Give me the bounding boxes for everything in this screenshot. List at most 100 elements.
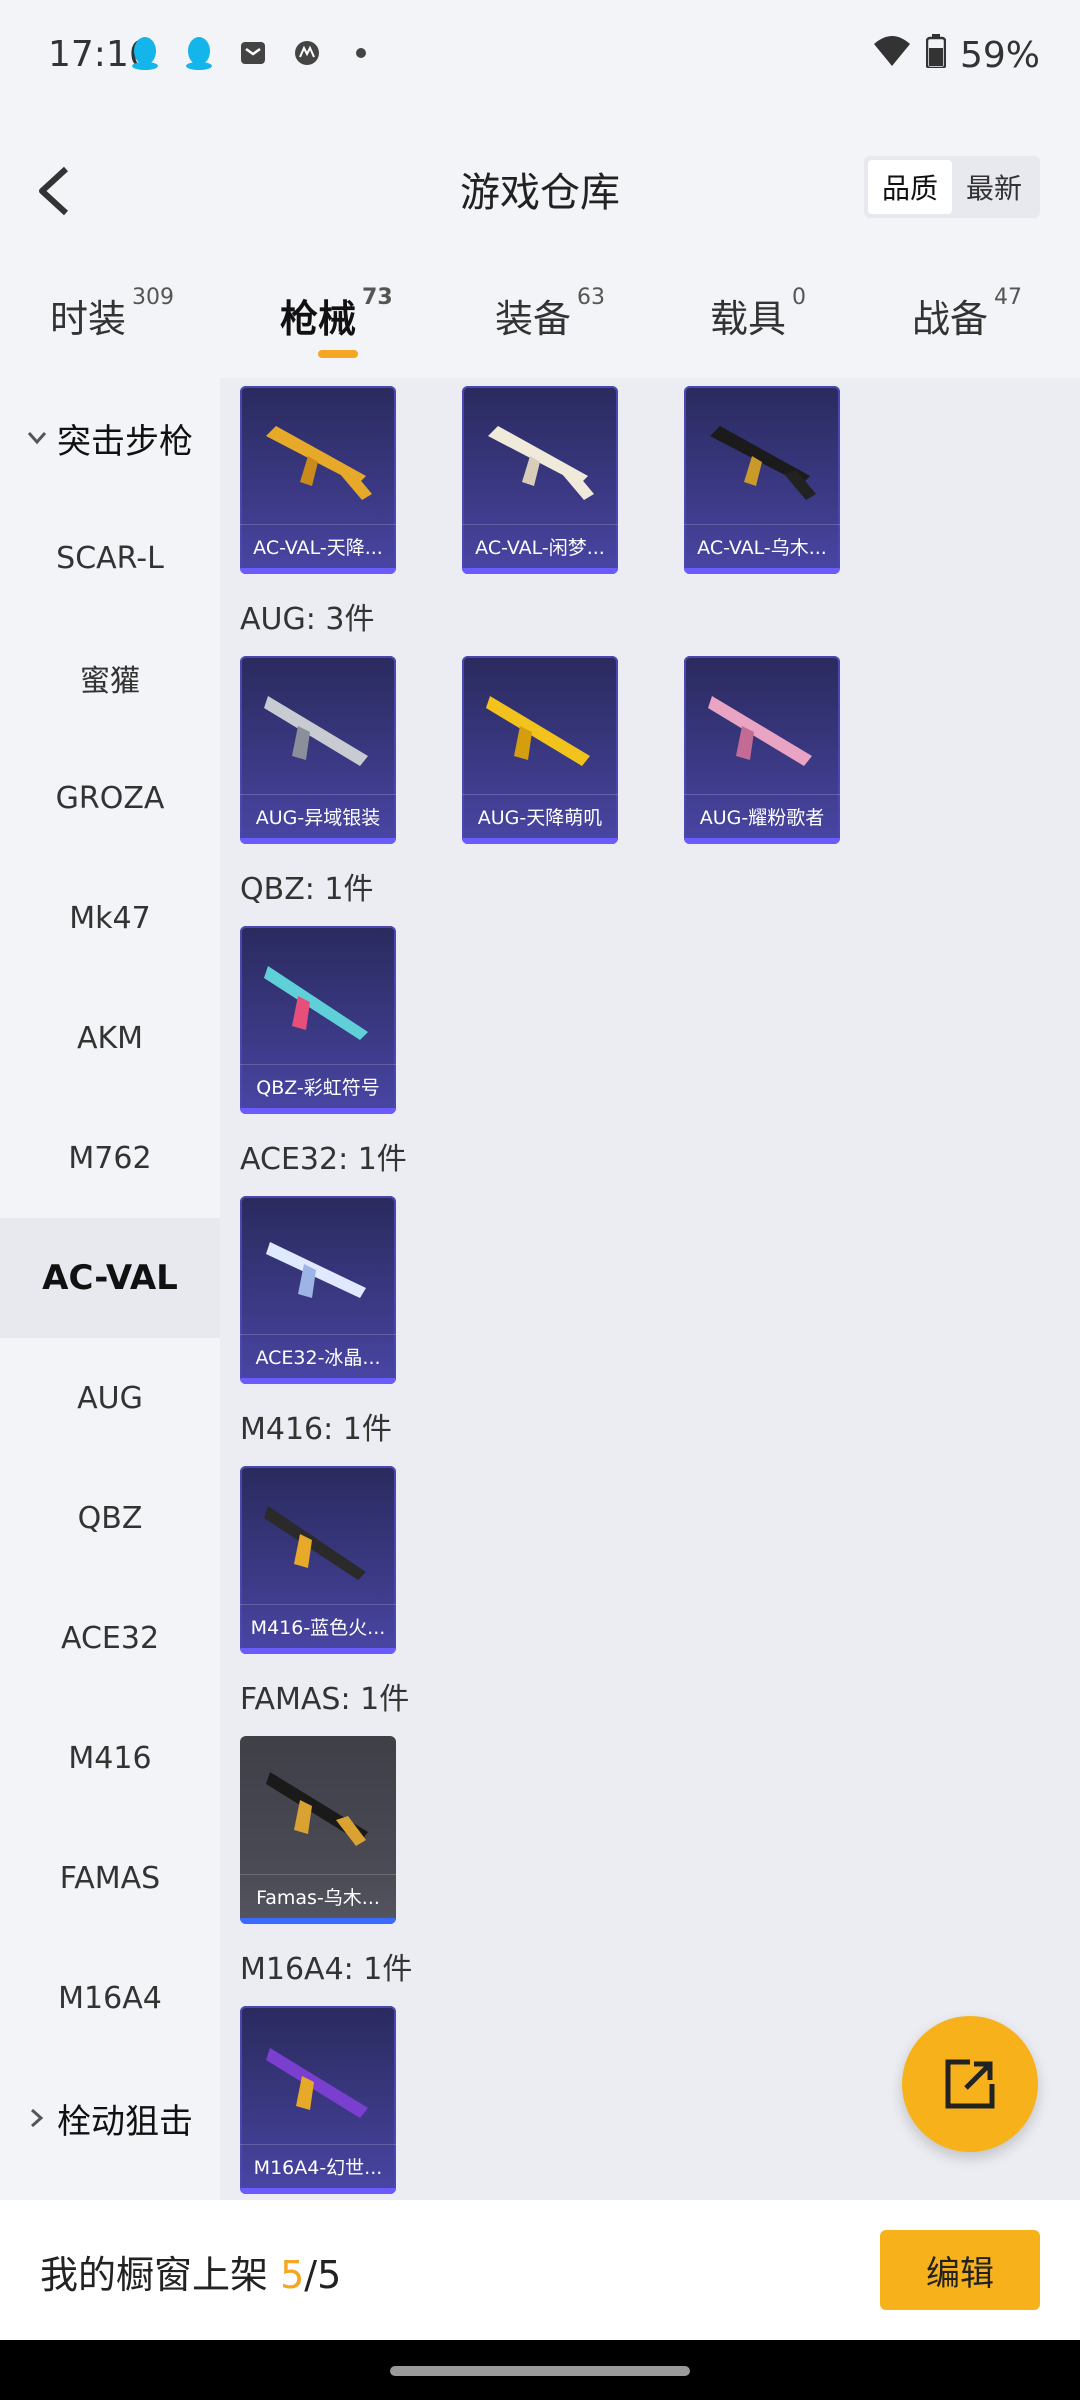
edit-button[interactable]: 编辑	[880, 2230, 1040, 2310]
card-rarity-bar	[240, 1108, 396, 1114]
sidebar-item-mk47[interactable]: Mk47	[0, 858, 220, 978]
skin-card-qbz-1[interactable]: QBZ-彩虹符号	[240, 926, 396, 1114]
card-rarity-bar	[240, 1378, 396, 1384]
rifle-white-icon	[488, 426, 594, 500]
tab-supplies[interactable]: 战备 47	[912, 285, 1023, 343]
skin-card-label: ACE32-冰晶...	[240, 1334, 396, 1378]
card-rarity-bar	[684, 838, 840, 844]
section-title-m416: M416: 1件	[240, 1412, 392, 1447]
rifle-gold-icon	[266, 426, 372, 500]
skin-card-acval-3[interactable]: AC-VAL-乌木...	[684, 386, 840, 574]
chevron-right-icon	[27, 2108, 47, 2128]
skin-card-aug-3[interactable]: AUG-耀粉歌者	[684, 656, 840, 844]
sort-newest-option[interactable]: 最新	[952, 160, 1036, 214]
motorola-icon	[290, 34, 324, 72]
skin-card-label: M16A4-幻世...	[240, 2144, 396, 2188]
header: 游戏仓库 品质 最新	[0, 130, 1080, 250]
card-rarity-bar	[684, 568, 840, 574]
qq-icon	[182, 34, 216, 72]
rifle-yellow-icon	[486, 696, 590, 766]
rifle-black-gold-icon	[710, 426, 816, 500]
tab-count: 63	[577, 285, 606, 311]
sidebar-category-bolt-action[interactable]: 栓动狙击	[0, 2058, 220, 2178]
section-title-ace32: ACE32: 1件	[240, 1142, 407, 1177]
share-button[interactable]	[902, 2016, 1038, 2152]
rifle-ebony-icon	[266, 1772, 368, 1846]
tab-label: 装备	[495, 297, 572, 341]
sidebar-item-scar-l[interactable]: SCAR-L	[0, 498, 220, 618]
rifle-silver-icon	[264, 696, 368, 766]
sidebar-item-honey-badger[interactable]: 蜜獾	[0, 618, 220, 738]
section-title-qbz: QBZ: 1件	[240, 872, 374, 907]
tab-equipment[interactable]: 装备 63	[495, 285, 606, 343]
card-rarity-bar	[240, 2188, 396, 2194]
skin-card-label: AC-VAL-闲梦...	[462, 524, 618, 568]
home-gesture-handle[interactable]	[390, 2366, 690, 2376]
skin-card-aug-1[interactable]: AUG-异域银装	[240, 656, 396, 844]
skin-card-label: AUG-异域银装	[240, 794, 396, 838]
card-rarity-bar	[240, 1648, 396, 1654]
tab-label: 时装	[50, 297, 127, 341]
skin-card-aug-2[interactable]: AUG-天降萌叽	[462, 656, 618, 844]
rifle-rainbow-icon	[264, 966, 368, 1040]
section-title-m16a4: M16A4: 1件	[240, 1952, 413, 1987]
tab-label: 战备	[912, 297, 989, 341]
weapon-sidebar: 突击步枪 SCAR-L 蜜獾 GROZA Mk47 AKM M762 AC-VA…	[0, 378, 220, 2200]
skin-card-label: AC-VAL-乌木...	[684, 524, 840, 568]
sidebar-item-ac-val[interactable]: AC-VAL	[0, 1218, 220, 1338]
section-title-aug: AUG: 3件	[240, 602, 375, 637]
skin-card-m416-1[interactable]: M416-蓝色火...	[240, 1466, 396, 1654]
sidebar-item-aug[interactable]: AUG	[0, 1338, 220, 1458]
rifle-pink-icon	[708, 696, 812, 766]
sidebar-category-label: 突击步枪	[57, 421, 193, 462]
card-rarity-bar	[240, 838, 396, 844]
battery-percent: 59%	[959, 35, 1040, 76]
tab-count: 47	[994, 285, 1023, 311]
showcase-total: /5	[304, 2253, 342, 2297]
tab-weapons[interactable]: 枪械 73	[280, 285, 393, 343]
sidebar-item-groza[interactable]: GROZA	[0, 738, 220, 858]
skin-card-label: QBZ-彩虹符号	[240, 1064, 396, 1108]
sidebar-item-qbz[interactable]: QBZ	[0, 1458, 220, 1578]
showcase-count: 5	[280, 2253, 305, 2297]
mail-icon	[236, 34, 270, 72]
card-rarity-bar	[240, 568, 396, 574]
sidebar-item-famas[interactable]: FAMAS	[0, 1818, 220, 1938]
skin-card-label: AC-VAL-天降...	[240, 524, 396, 568]
weapon-skin-grid: AC-VAL-天降... AC-VAL-闲梦... AC-VAL-乌木... A…	[220, 378, 1080, 2200]
sort-quality-option[interactable]: 品质	[868, 160, 952, 214]
tab-label: 枪械	[280, 297, 357, 341]
sidebar-item-ace32[interactable]: ACE32	[0, 1578, 220, 1698]
skin-card-acval-2[interactable]: AC-VAL-闲梦...	[462, 386, 618, 574]
skin-card-ace32-1[interactable]: ACE32-冰晶...	[240, 1196, 396, 1384]
sidebar-category-assault-rifle[interactable]: 突击步枪	[0, 378, 220, 498]
category-tabs: 时装 309 枪械 73 装备 63 载具 0 战备 47	[0, 270, 1080, 370]
rifle-purple-icon	[266, 2048, 368, 2118]
tab-count: 0	[792, 285, 807, 311]
system-navigation-bar	[0, 2340, 1080, 2400]
sidebar-item-m416[interactable]: M416	[0, 1698, 220, 1818]
skin-card-acval-1[interactable]: AC-VAL-天降...	[240, 386, 396, 574]
sidebar-category-label: 栓动狙击	[57, 2101, 193, 2142]
chevron-down-icon	[27, 428, 47, 448]
sidebar-item-m762[interactable]: M762	[0, 1098, 220, 1218]
skin-card-m16a4-1[interactable]: M16A4-幻世...	[240, 2006, 396, 2194]
skin-card-label: Famas-乌木...	[240, 1874, 396, 1918]
rifle-orange-icon	[264, 1506, 366, 1580]
status-notification-icons	[128, 34, 378, 72]
card-rarity-bar	[462, 568, 618, 574]
battery-icon	[925, 34, 947, 77]
sidebar-item-m16a4[interactable]: M16A4	[0, 1938, 220, 2058]
status-right: 59%	[872, 34, 1040, 77]
status-bar: 17:16 59%	[0, 0, 1080, 110]
card-rarity-bar	[240, 1918, 396, 1924]
tab-fashion[interactable]: 时装 309	[50, 285, 174, 343]
skin-card-famas-1[interactable]: Famas-乌木...	[240, 1736, 396, 1924]
sidebar-item-akm[interactable]: AKM	[0, 978, 220, 1098]
tab-count: 73	[362, 285, 393, 311]
skin-card-label: M416-蓝色火...	[240, 1604, 396, 1648]
share-icon	[945, 2059, 995, 2109]
tab-vehicles[interactable]: 载具 0	[710, 285, 807, 343]
wifi-icon	[872, 34, 912, 77]
skin-card-label: AUG-天降萌叽	[462, 794, 618, 838]
